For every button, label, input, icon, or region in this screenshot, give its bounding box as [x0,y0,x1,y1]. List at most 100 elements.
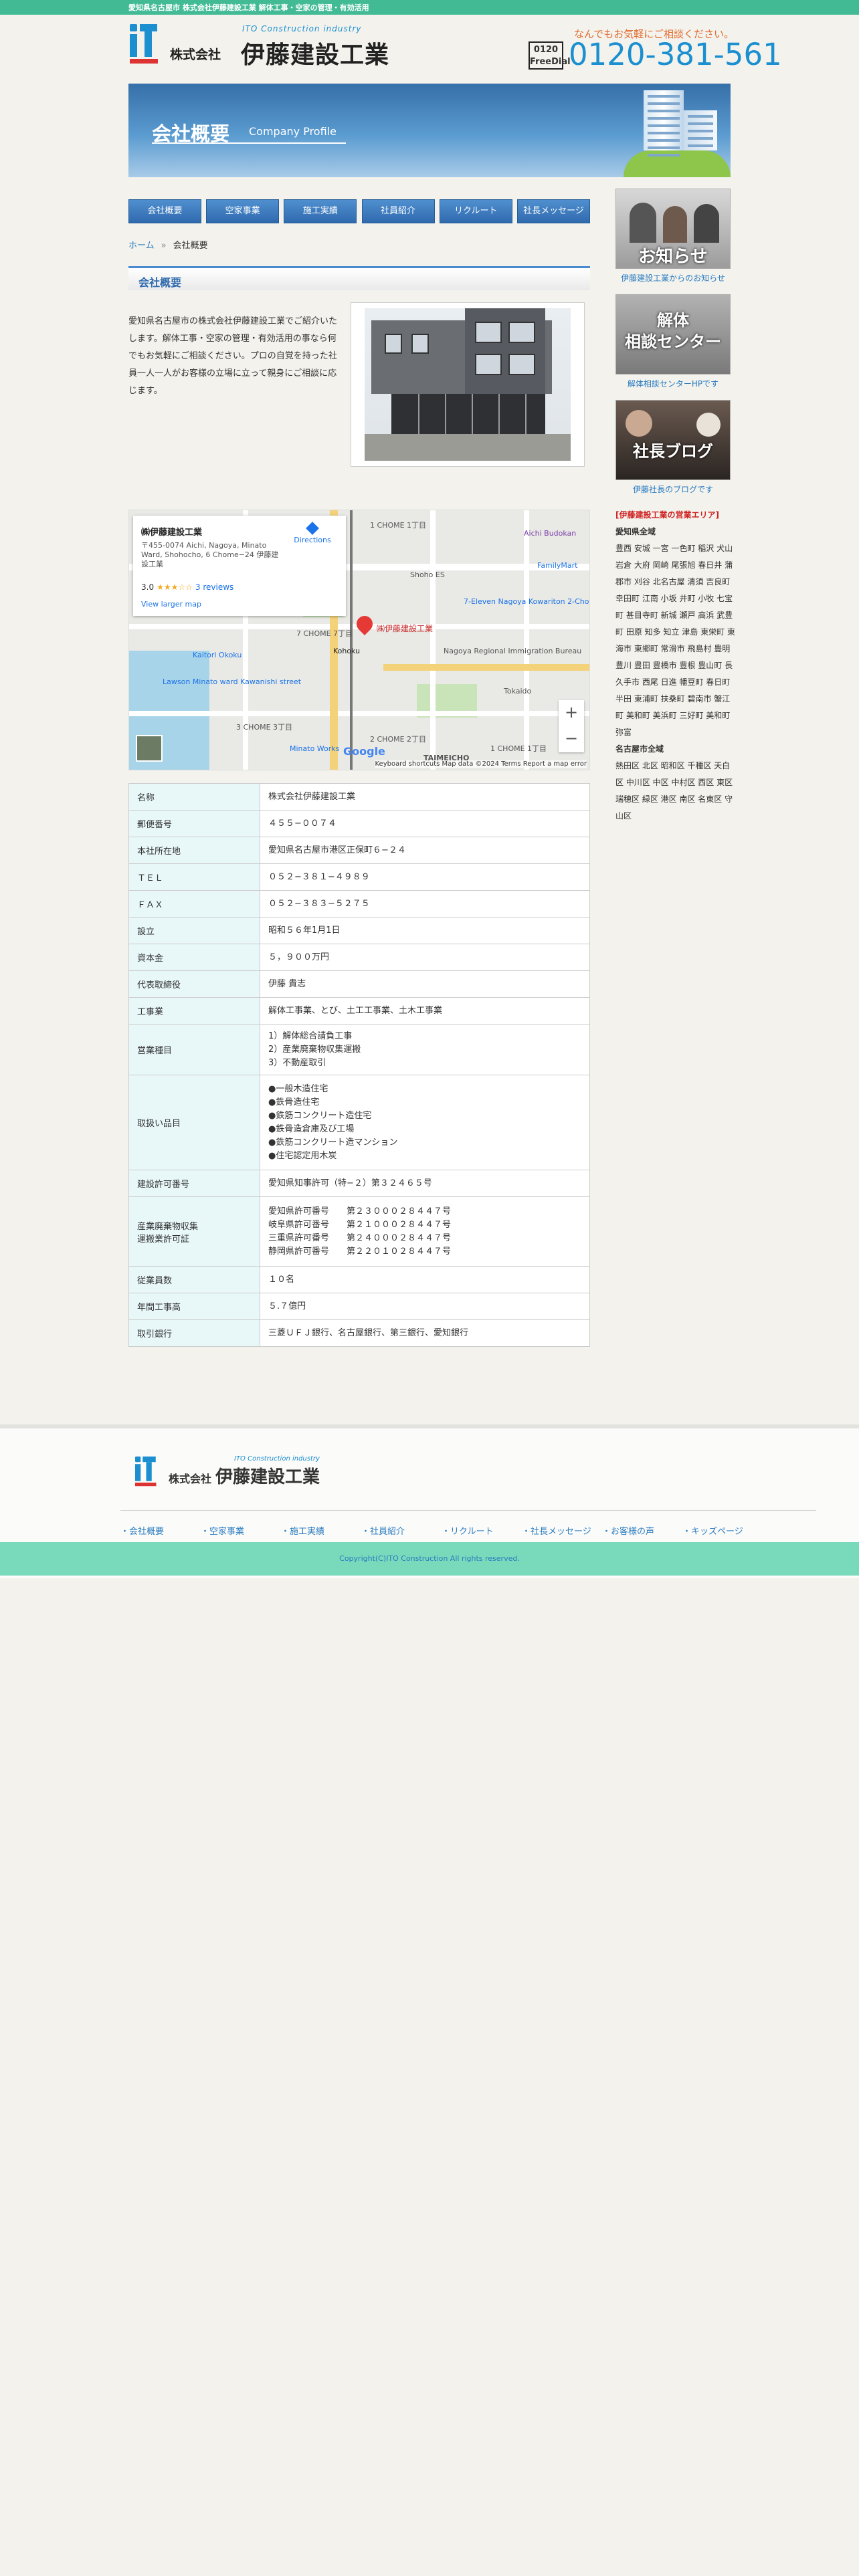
footer-nav-works[interactable]: 施工実績 [281,1524,324,1537]
breadcrumb-home-link[interactable]: ホーム [128,241,155,251]
sidebar-banner-news[interactable]: お知らせ 伊藤建設工業からのお知らせ [615,189,731,284]
copyright-bar: Copyright(C)ITO Construction All rights … [0,1542,859,1576]
map-pin-icon[interactable] [353,613,376,635]
footer-nav-recruit[interactable]: リクルート [442,1524,494,1537]
row-label: ＦＡＸ [128,890,260,918]
footer-nav-president-message[interactable]: 社長メッセージ [522,1524,591,1537]
map-pin-label: ㈱伊藤建設工業 [377,624,434,633]
area-aichi-list: 豊西 安城 一宮 一色町 稲沢 犬山 岩倉 大府 岡崎 尾張旭 春日井 蒲郡市 … [615,544,735,737]
row-label: ＴＥＬ [128,863,260,891]
breadcrumb-current: 会社概要 [173,241,208,251]
section-heading-text: 会社概要 [138,276,182,289]
map-label: Kaitori Okoku [193,651,242,659]
blog-banner-caption: 社長ブログ [633,442,713,461]
row-value: 愛知県許可番号 第２３０００２８４４７号 岐阜県許可番号 第２１０００２８４４７… [260,1196,590,1267]
nav-staff[interactable]: 社員紹介 [361,199,435,223]
consult-banner-image[interactable]: 解体 相談センター [615,294,731,374]
map-attribution[interactable]: Keyboard shortcuts Map data ©2024 Terms … [375,760,587,768]
blog-banner-image[interactable]: 社長ブログ [615,400,731,480]
map-label: 1 CHOME 1丁目 [370,521,427,530]
blog-link[interactable]: 伊藤社長のブログです [615,484,731,495]
nav-works[interactable]: 施工実績 [284,199,357,223]
map-label: Tokaido [504,687,532,695]
table-row: 設立 昭和５６年1月1日 [128,917,590,944]
footer-logo-kabushiki: 株式会社 [169,1473,212,1485]
table-row: ＦＡＸ ０５２−３８３−５２７５ [128,890,590,918]
google-map-embed[interactable]: ㈱伊藤建設工業 〒455-0074 Aichi, Nagoya, Minato … [128,510,590,770]
hero-underline [152,142,346,144]
top-bar: 愛知県名古屋市 株式会社伊藤建設工業 解体工事・空家の管理・有効活用 [0,0,859,15]
row-value: 1）解体総合請負工事 2）産業廃棄物収集運搬 3）不動産取引 [260,1024,590,1075]
table-row: 営業種目 1）解体総合請負工事 2）産業廃棄物収集運搬 3）不動産取引 [128,1024,590,1075]
zoom-out-button[interactable]: − [559,726,584,752]
footer-logo[interactable]: ITO Construction industry 株式会社 伊藤建設工業 [134,1455,335,1495]
consult-link[interactable]: 解体相談センターHPです [615,378,731,389]
map-label: 3 CHOME 3丁目 [236,723,293,732]
row-value: 株式会社伊藤建設工業 [260,783,590,811]
map-zoom-control: + − [559,700,584,752]
it-logo-mark [130,24,158,64]
row-value: 愛知県名古屋市港区正保町６−２４ [260,837,590,864]
row-value: １０名 [260,1266,590,1293]
area-aichi-heading: 愛知県全域 [615,527,656,536]
nav-recruit[interactable]: リクルート [439,199,512,223]
copyright-text: Copyright(C)ITO Construction All rights … [339,1554,520,1563]
map-label: 2 CHOME 2丁目 [370,735,427,744]
google-logo: Google [343,745,385,758]
footer-it-logo-mark [135,1457,157,1487]
table-row: 建設許可番号 愛知県知事許可（特−２）第３２４６５号 [128,1170,590,1197]
table-row: 代表取締役 伊藤 貴志 [128,970,590,998]
news-banner-image[interactable]: お知らせ [615,189,731,269]
logo-kabushiki: 株式会社 [170,47,221,62]
map-place-name: ㈱伊藤建設工業 [141,528,203,538]
row-value: 解体工事業、とび、土工工事業、土木工事業 [260,997,590,1025]
phone-contact[interactable]: なんでもお気軽にご相談ください。 0120 FreeDial 0120-381-… [529,27,782,74]
nav-vacant-house[interactable]: 空家事業 [206,199,280,223]
page-hero-banner: 会社概要 Company Profile [128,84,731,177]
table-row: 資本金 ５，９００万円 [128,944,590,971]
table-row: 産業廃棄物収集 運搬業許可証 愛知県許可番号 第２３０００２８４４７号 岐阜県許可… [128,1196,590,1267]
nav-company-profile[interactable]: 会社概要 [128,199,201,223]
row-value: ●一般木造住宅 ●鉄骨造住宅 ●鉄筋コンクリート造住宅 ●鉄骨造倉庫及び工場 ●… [260,1075,590,1170]
footer-nav-vacant-house[interactable]: 空家事業 [201,1524,244,1537]
map-label: Minato Works [290,744,340,753]
footer-nav-staff[interactable]: 社員紹介 [361,1524,405,1537]
table-row: 取扱い品目 ●一般木造住宅 ●鉄骨造住宅 ●鉄筋コンクリート造住宅 ●鉄骨造倉庫及… [128,1075,590,1170]
row-label: 従業員数 [128,1266,260,1293]
footer-nav-customer-voice[interactable]: お客様の声 [602,1524,654,1537]
intro-text: 愛知県名古屋市の株式会社伊藤建設工業でご紹介いたします。解体工事・空家の管理・有… [128,316,338,396]
area-nagoya-list: 熱田区 北区 昭和区 千種区 天白区 中川区 中区 中村区 西区 東区 瑞穂区 … [615,761,733,821]
map-directions-button[interactable]: Directions [291,522,334,544]
row-value: ０５２−３８１−４９８９ [260,863,590,891]
map-satellite-toggle[interactable] [136,735,163,762]
map-label: FamilyMart [537,561,578,570]
service-area: [伊藤建設工業の営業エリア] 愛知県全域 豊西 安城 一宮 一色町 稲沢 犬山 … [615,507,736,825]
directions-icon [306,522,319,535]
office-building-image [365,308,571,461]
table-row: 年間工事高 ５.７億円 [128,1293,590,1320]
map-label: Nagoya Regional Immigration Bureau [444,647,582,655]
footer-nav-kids-page[interactable]: キッズページ [682,1524,743,1537]
map-reviews-link[interactable]: 3 reviews [195,582,233,592]
footer-nav-company-profile[interactable]: 会社概要 [120,1524,164,1537]
section-heading: 会社概要 [128,266,590,290]
nav-president-message[interactable]: 社長メッセージ [516,199,590,223]
table-row: 取引銀行 三菱ＵＦＪ銀行、名古屋銀行、第三銀行、愛知銀行 [128,1319,590,1347]
sidebar-banner-consult[interactable]: 解体 相談センター 解体相談センターHPです [615,294,731,389]
row-label: 取扱い品目 [128,1075,260,1170]
site-logo[interactable]: ITO Construction industry 株式会社 伊藤建設工業 [128,23,389,69]
area-title: [伊藤建設工業の営業エリア] [615,510,719,520]
row-value: ４５５−００７４ [260,810,590,837]
map-larger-link[interactable]: View larger map [141,600,201,609]
zoom-in-button[interactable]: + [559,700,584,726]
sidebar-banner-blog[interactable]: 社長ブログ 伊藤社長のブログです [615,400,731,495]
map-label: 1 CHOME 1丁目 [490,744,547,753]
row-value: 伊藤 貴志 [260,970,590,998]
map-railway [350,510,353,770]
company-info-table: 名称 株式会社伊藤建設工業 郵便番号 ４５５−００７４ 本社所在地 愛知県名古屋市港区… [128,783,590,1347]
news-link[interactable]: 伊藤建設工業からのお知らせ [615,272,731,284]
row-label: 取引銀行 [128,1319,260,1347]
phone-number[interactable]: 0120-381-561 [569,37,782,72]
breadcrumb: ホーム » 会社概要 [128,238,208,251]
table-row: 従業員数 １０名 [128,1266,590,1293]
